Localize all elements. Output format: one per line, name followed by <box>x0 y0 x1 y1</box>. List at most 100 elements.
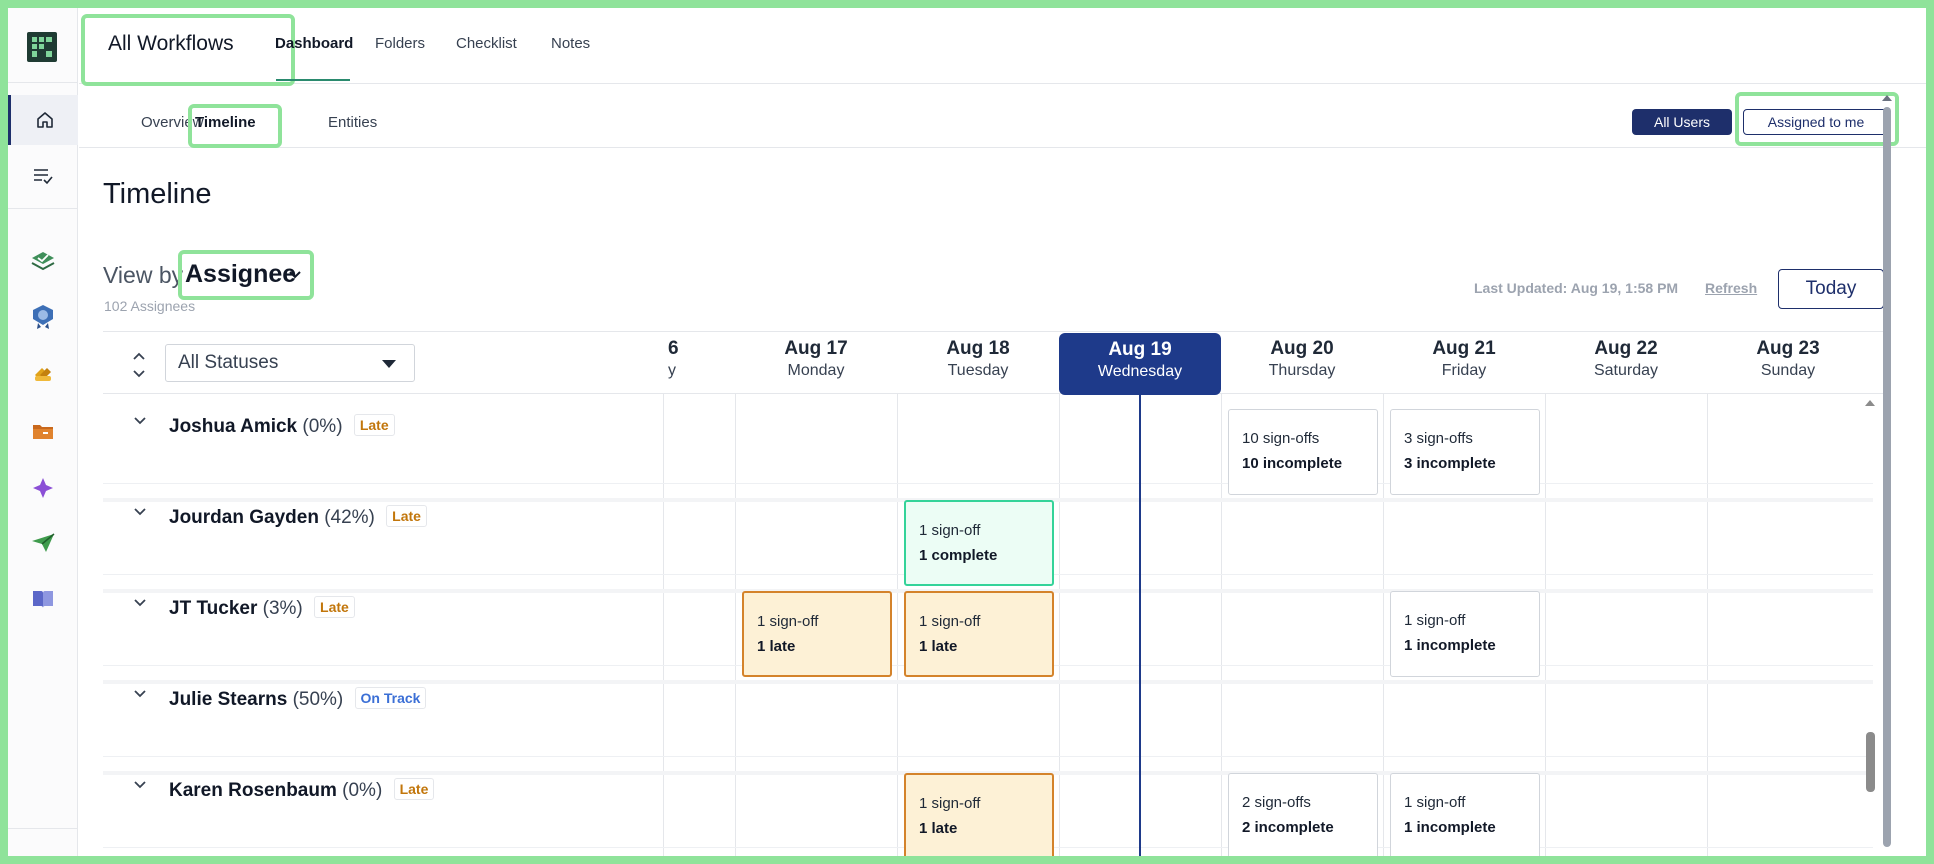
day-header-today: Aug 19 Wednesday <box>1059 333 1221 395</box>
tab-folders[interactable]: Folders <box>375 35 425 52</box>
rail-sparkle[interactable] <box>8 463 78 513</box>
status-filter-select[interactable]: All Statuses <box>165 344 415 382</box>
assignee-name: Julie Stearns (50%) On Track <box>169 687 427 711</box>
book-icon <box>33 591 53 608</box>
signoff-card[interactable]: 1 sign-off 1 incomplete <box>1390 773 1540 856</box>
assignee-row[interactable]: Julie Stearns (50%) On Track <box>103 667 1873 757</box>
rail-folder[interactable] <box>8 406 78 456</box>
day-header: Aug 18 Tuesday <box>897 338 1059 390</box>
signoff-status: 10 incomplete <box>1242 455 1343 472</box>
status-filter-value: All Statuses <box>178 352 279 373</box>
day-header: Aug 17 Monday <box>735 338 897 390</box>
signoff-card[interactable]: 1 sign-off 1 incomplete <box>1390 591 1540 677</box>
page-title: Timeline <box>103 178 212 210</box>
checklist-icon <box>34 169 53 185</box>
rail-divider <box>8 828 78 829</box>
chevron-down-icon[interactable] <box>133 416 147 426</box>
top-nav: All Workflows Dashboard Folders Checklis… <box>79 8 1926 86</box>
signoff-count: 3 sign-offs <box>1404 430 1473 447</box>
tab-dashboard[interactable]: Dashboard <box>275 35 353 52</box>
signoff-status: 1 complete <box>919 547 998 564</box>
send-icon <box>32 533 55 552</box>
chevron-down-icon[interactable] <box>133 507 147 517</box>
tab-checklist[interactable]: Checklist <box>456 35 517 52</box>
view-by-dropdown[interactable]: Assignee <box>185 260 296 289</box>
chevron-down-icon[interactable] <box>133 689 147 699</box>
tab-notes[interactable]: Notes <box>551 35 590 52</box>
sort-icon[interactable] <box>131 350 147 380</box>
refresh-link[interactable]: Refresh <box>1705 280 1757 296</box>
signoff-card[interactable]: 1 sign-off 1 late <box>904 591 1054 677</box>
signoff-status: 2 incomplete <box>1242 819 1334 836</box>
timeline-scrollbar[interactable] <box>1863 394 1877 856</box>
rail-link[interactable] <box>8 350 78 400</box>
day-date: Aug 20 <box>1270 338 1334 359</box>
sparkle-icon <box>33 478 53 498</box>
day-weekday: Monday <box>787 362 845 379</box>
signoff-card[interactable]: 1 sign-off 1 complete <box>904 500 1054 586</box>
scrollbar-thumb[interactable] <box>1883 107 1891 847</box>
badge-icon <box>33 305 53 329</box>
today-line <box>1139 394 1141 856</box>
signoff-card[interactable]: 1 sign-off 1 late <box>904 773 1054 856</box>
layers-check-icon <box>31 252 55 271</box>
signoff-card[interactable]: 3 sign-offs 3 incomplete <box>1390 409 1540 495</box>
timeline-grid: All Statuses 6 y Aug 17 Monday Aug 18 Tu… <box>103 331 1883 856</box>
rail-layers[interactable] <box>8 237 78 287</box>
assigned-to-me-button[interactable]: Assigned to me <box>1743 109 1889 135</box>
day-weekday: y <box>668 362 676 379</box>
chevron-down-icon[interactable] <box>288 270 302 280</box>
app-logo-icon[interactable] <box>27 32 57 62</box>
assignee-name: JT Tucker (3%) Late <box>169 596 355 620</box>
signoff-card[interactable]: 10 sign-offs 10 incomplete <box>1228 409 1378 495</box>
day-date: Aug 23 <box>1756 338 1820 359</box>
assignee-row[interactable]: Joshua Amick (0%) Late <box>103 394 1873 484</box>
day-weekday: Saturday <box>1593 362 1659 379</box>
assignee-name: Karen Rosenbaum (0%) Late <box>169 778 435 802</box>
left-rail <box>8 8 78 856</box>
day-date: Aug 17 <box>784 338 848 359</box>
scroll-up-arrow-icon[interactable] <box>1881 93 1893 103</box>
assignee-name: Jourdan Gayden (42%) Late <box>169 505 427 529</box>
day-date: 6 <box>668 338 679 359</box>
assignee-percent: (0%) <box>302 416 343 437</box>
day-header: Aug 23 Sunday <box>1707 338 1869 390</box>
rail-book[interactable] <box>8 574 78 624</box>
chevron-down-icon[interactable] <box>133 780 147 790</box>
signoff-card[interactable]: 2 sign-offs 2 incomplete <box>1228 773 1378 856</box>
day-header: Aug 22 Saturday <box>1545 338 1707 390</box>
day-header: Aug 21 Friday <box>1383 338 1545 390</box>
rail-checklist[interactable] <box>8 150 78 200</box>
app-title: All Workflows <box>108 32 234 55</box>
caret-down-icon <box>382 360 396 368</box>
chevron-down-icon[interactable] <box>133 598 147 608</box>
scrollbar-thumb[interactable] <box>1866 732 1875 792</box>
signoff-status: 1 late <box>919 820 958 837</box>
timeline-header: All Statuses 6 y Aug 17 Monday Aug 18 Tu… <box>103 332 1883 395</box>
last-updated: Last Updated: Aug 19, 1:58 PM <box>1474 280 1679 296</box>
signoff-status: 1 late <box>919 638 958 655</box>
assignee-name-text: Julie Stearns <box>169 689 288 710</box>
scroll-up-arrow-icon[interactable] <box>1863 398 1877 408</box>
signoff-status: 3 incomplete <box>1404 455 1496 472</box>
day-weekday: Thursday <box>1268 362 1336 379</box>
assignee-percent: (0%) <box>342 780 383 801</box>
all-users-button[interactable]: All Users <box>1632 109 1732 135</box>
signoff-status: 1 incomplete <box>1404 637 1496 654</box>
signoff-count: 2 sign-offs <box>1242 794 1311 811</box>
folder-icon <box>33 425 53 439</box>
view-by-label: View by <box>103 262 184 288</box>
signoff-count: 1 sign-off <box>1404 794 1466 811</box>
rail-badge[interactable] <box>8 292 78 342</box>
rail-home[interactable] <box>8 95 78 145</box>
status-badge: Late <box>314 596 355 618</box>
signoff-count: 10 sign-offs <box>1242 430 1320 447</box>
rail-send[interactable] <box>8 518 78 568</box>
page-scrollbar[interactable] <box>1881 93 1893 853</box>
signoff-card[interactable]: 1 sign-off 1 late <box>742 591 892 677</box>
tab-timeline[interactable]: Timeline <box>195 114 256 131</box>
today-button[interactable]: Today <box>1778 269 1884 309</box>
tab-entities[interactable]: Entities <box>328 114 377 131</box>
assignee-name: Joshua Amick (0%) Late <box>169 414 395 438</box>
home-icon <box>36 112 53 128</box>
